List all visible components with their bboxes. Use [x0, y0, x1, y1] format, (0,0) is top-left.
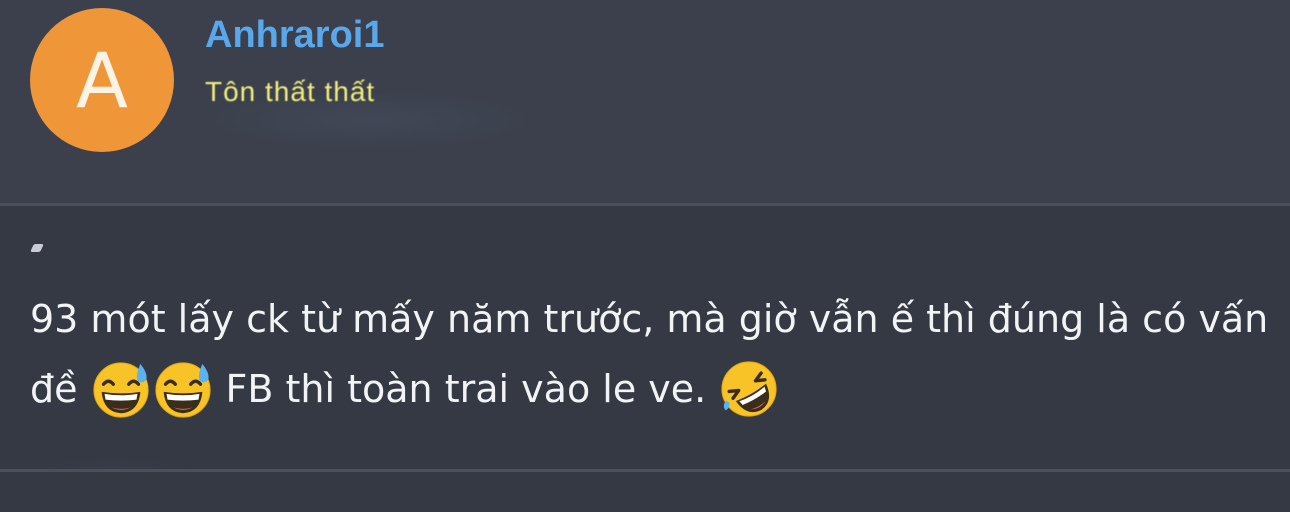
post-container: A Anhraroi1 Tôn thất thất 93 mót lấy ck …: [0, 0, 1290, 512]
message-text-line-2-middle: FB thì toàn trai vào le ve.: [225, 367, 707, 411]
rolling-laughing-emoji: [718, 358, 780, 420]
avatar[interactable]: A: [30, 8, 174, 152]
post-footer: [0, 472, 1290, 512]
message-line-2: đề FB thì toàn trai vào le ve.: [30, 354, 1260, 424]
post-message: 93 mót lấy ck từ mấy năm trước, mà giờ v…: [30, 297, 1268, 424]
post-header: A Anhraroi1 Tôn thất thất: [0, 0, 1290, 203]
message-line-1: 93 mót lấy ck từ mấy năm trước, mà giờ v…: [30, 284, 1268, 354]
message-text-line-1: 93 mót lấy ck từ mấy năm trước, mà giờ v…: [30, 297, 1269, 341]
username[interactable]: Anhraroi1: [205, 14, 384, 57]
user-title: Tôn thất thất: [205, 76, 376, 107]
grinning-sweat-emoji: [152, 358, 214, 420]
avatar-letter: A: [76, 36, 128, 125]
grinning-sweat-emoji: [90, 358, 152, 420]
message-text-line-2-start: đề: [30, 367, 78, 411]
